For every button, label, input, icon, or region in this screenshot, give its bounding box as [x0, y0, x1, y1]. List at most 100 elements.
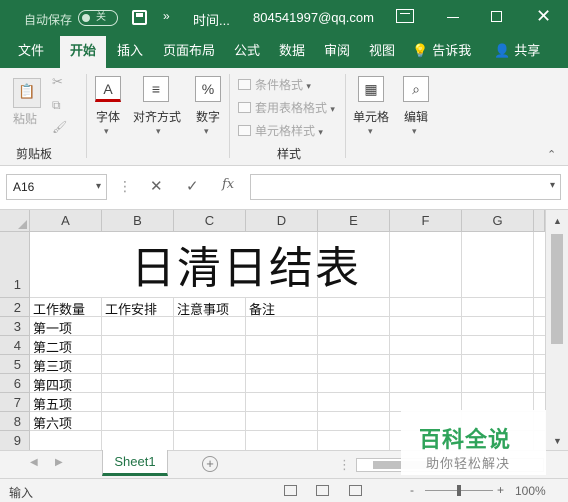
more-options-icon[interactable]: ⋮: [118, 178, 132, 195]
chevron-down-icon: ▾: [318, 127, 323, 137]
row-header-2[interactable]: 2: [0, 298, 30, 317]
cells-label[interactable]: 单元格: [353, 108, 389, 125]
add-sheet-icon[interactable]: +: [202, 456, 218, 472]
sheet-tab-sheet1[interactable]: Sheet1: [102, 450, 168, 476]
header-cell[interactable]: 工作数量: [33, 299, 85, 318]
item-cell[interactable]: 第五项: [33, 394, 72, 413]
item-cell[interactable]: 第四项: [33, 375, 72, 394]
maximize-button[interactable]: [491, 11, 502, 22]
search-icon[interactable]: ⌕: [403, 76, 429, 102]
tab-tell-me[interactable]: 💡 告诉我: [402, 36, 481, 68]
row-header-8[interactable]: 8: [0, 412, 30, 431]
copy-icon[interactable]: ⧉: [52, 98, 61, 113]
row-header-5[interactable]: 5: [0, 355, 30, 374]
paste-icon[interactable]: 📋: [13, 78, 41, 108]
column-header-e[interactable]: E: [318, 210, 390, 232]
gridline: [30, 354, 545, 355]
row-header-3[interactable]: 3: [0, 317, 30, 336]
insert-function-icon[interactable]: fx: [222, 177, 234, 192]
autosave-toggle[interactable]: 关: [78, 10, 118, 26]
vertical-scrollbar[interactable]: ▲ ▼: [545, 210, 568, 450]
sheet-title-cell[interactable]: 日清日结表: [131, 244, 361, 294]
share-button[interactable]: 👤 共享: [484, 36, 550, 68]
tab-file[interactable]: 文件: [8, 36, 54, 68]
previous-sheet-icon[interactable]: ◀: [30, 457, 38, 468]
enter-icon[interactable]: ✓: [186, 177, 199, 195]
conditional-format-label: 条件格式: [255, 78, 304, 92]
page-layout-view-icon[interactable]: [316, 485, 329, 496]
alignment-label[interactable]: 对齐方式: [133, 108, 181, 125]
font-icon[interactable]: A: [95, 76, 121, 102]
tab-formulas[interactable]: 公式: [224, 36, 270, 68]
font-label[interactable]: 字体: [96, 108, 120, 125]
cell-styles-icon: [238, 125, 251, 136]
tab-data[interactable]: 数据: [269, 36, 315, 68]
tab-page-layout[interactable]: 页面布局: [153, 36, 225, 68]
row-header-9[interactable]: 9: [0, 431, 30, 450]
page-break-view-icon[interactable]: [349, 485, 362, 496]
chevron-down-icon[interactable]: ▾: [550, 180, 555, 191]
column-header-c[interactable]: C: [174, 210, 246, 232]
item-cell[interactable]: 第二项: [33, 337, 72, 356]
ribbon-display-options-icon[interactable]: [396, 9, 414, 23]
header-cell[interactable]: 备注: [249, 299, 275, 318]
column-header-d[interactable]: D: [246, 210, 318, 232]
format-painter-icon[interactable]: 🖌: [52, 120, 67, 134]
number-format-icon[interactable]: %: [195, 76, 221, 102]
cell-styles-label: 单元格样式: [255, 124, 316, 138]
item-cell[interactable]: 第六项: [33, 413, 72, 432]
scrollbar-thumb[interactable]: [551, 234, 563, 344]
quick-access-more-icon[interactable]: »: [163, 9, 170, 23]
column-header-g[interactable]: G: [462, 210, 534, 232]
cut-icon[interactable]: ✂: [52, 74, 63, 90]
column-header-b[interactable]: B: [102, 210, 174, 232]
row-header-1[interactable]: 1: [0, 232, 30, 298]
zoom-out-button[interactable]: -: [410, 483, 414, 497]
collapse-ribbon-icon[interactable]: ⌃: [547, 148, 556, 161]
alignment-icon[interactable]: ≡: [143, 76, 169, 102]
item-cell[interactable]: 第一项: [33, 318, 72, 337]
name-box[interactable]: A16 ▾: [6, 174, 107, 200]
number-label[interactable]: 数字: [196, 108, 220, 125]
row-header-6[interactable]: 6: [0, 374, 30, 393]
header-cell[interactable]: 注意事项: [177, 299, 229, 318]
conditional-format-button[interactable]: 条件格式 ▾: [238, 76, 311, 93]
zoom-slider[interactable]: [425, 485, 493, 496]
row-header-7[interactable]: 7: [0, 393, 30, 412]
tab-insert[interactable]: 插入: [107, 36, 153, 68]
gridline: [30, 373, 545, 374]
close-button[interactable]: ✕: [536, 6, 551, 26]
tab-home[interactable]: 开始: [60, 36, 107, 68]
tab-view[interactable]: 视图: [359, 36, 405, 68]
header-cell[interactable]: 工作安排: [105, 299, 157, 318]
tab-splitter-icon[interactable]: ⋮: [338, 457, 351, 473]
account-name[interactable]: 804541997@qq.com: [253, 10, 374, 25]
zoom-slider-knob[interactable]: [457, 485, 461, 496]
format-as-table-button[interactable]: 套用表格格式 ▾: [238, 99, 335, 116]
save-icon[interactable]: [132, 10, 147, 25]
chevron-down-icon[interactable]: ▾: [96, 175, 101, 199]
normal-view-icon[interactable]: [284, 485, 297, 496]
tab-review[interactable]: 审阅: [314, 36, 360, 68]
column-header-partial[interactable]: [534, 210, 545, 232]
item-cell[interactable]: 第三项: [33, 356, 72, 375]
column-header-f[interactable]: F: [390, 210, 462, 232]
cancel-icon[interactable]: ✕: [150, 177, 163, 195]
column-header-a[interactable]: A: [30, 210, 102, 232]
zoom-in-button[interactable]: +: [497, 483, 504, 497]
cell-styles-button[interactable]: 单元格样式 ▾: [238, 122, 323, 139]
cells-icon[interactable]: ▦: [358, 76, 384, 102]
next-sheet-icon[interactable]: ▶: [55, 457, 63, 468]
minimize-button[interactable]: [447, 17, 459, 18]
zoom-level[interactable]: 100%: [515, 484, 546, 498]
formula-input[interactable]: ▾: [250, 174, 561, 200]
select-all-button[interactable]: [0, 210, 30, 232]
scroll-up-icon[interactable]: ▲: [553, 216, 562, 226]
table-format-icon: [238, 102, 251, 113]
scroll-down-icon[interactable]: ▼: [553, 436, 562, 446]
chevron-down-icon: ▾: [368, 126, 373, 136]
formula-bar: A16 ▾ ⋮ ✕ ✓ fx ▾: [0, 166, 568, 210]
clipboard-group-label: 剪贴板: [16, 147, 53, 161]
row-header-4[interactable]: 4: [0, 336, 30, 355]
editing-label[interactable]: 编辑: [404, 108, 428, 125]
